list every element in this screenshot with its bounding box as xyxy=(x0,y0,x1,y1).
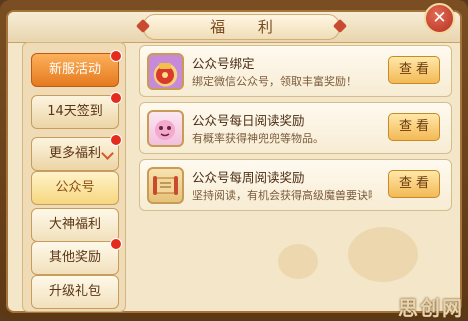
reward-description: 有概率获得神兜兜等物品。 xyxy=(192,132,324,145)
sidebar-item-label: 14天签到 xyxy=(47,104,103,119)
close-icon: ✕ xyxy=(432,8,447,28)
sidebar-item-level-up-pack[interactable]: 升级礼包 xyxy=(31,275,119,309)
title-bar: 福 利 xyxy=(8,12,460,43)
reward-title: 公众号每日阅读奖励 xyxy=(192,113,305,128)
welfare-panel: 福 利 新服活动 14天签到 更多福利 公众号 大神福利 其他奖励 升级礼包 公… xyxy=(6,10,462,313)
sidebar-item-other-rewards[interactable]: 其他奖励 xyxy=(31,238,122,275)
sidebar-item-label: 升级礼包 xyxy=(48,284,101,299)
game-window-frame: 福 利 新服活动 14天签到 更多福利 公众号 大神福利 其他奖励 升级礼包 公… xyxy=(0,0,468,320)
sidebar-item-label: 大神福利 xyxy=(48,217,101,232)
reward-row-weekly: 公众号每周阅读奖励 坚持阅读，有机会获得高级魔兽要诀哦~ 查看 xyxy=(139,159,452,211)
notification-dot-icon xyxy=(110,92,122,104)
background-cloud-decoration xyxy=(348,227,418,282)
sidebar-item-master-welfare[interactable]: 大神福利 xyxy=(31,208,119,242)
sidebar-item-label: 新服活动 xyxy=(48,62,101,77)
gift-bag-icon xyxy=(147,53,184,90)
notification-dot-icon xyxy=(110,238,122,250)
sidebar-item-label: 公众号 xyxy=(55,180,95,195)
close-button[interactable]: ✕ xyxy=(424,3,455,34)
reward-description: 绑定微信公众号，领取丰富奖励！ xyxy=(192,75,357,88)
notification-dot-icon xyxy=(110,50,122,62)
reward-title: 公众号每周阅读奖励 xyxy=(192,170,305,185)
scroll-icon xyxy=(147,167,184,204)
reward-row-bind: 公众号绑定 绑定微信公众号，领取丰富奖励！ 查看 xyxy=(139,45,452,97)
title-plate: 福 利 xyxy=(135,14,348,40)
notification-dot-icon xyxy=(110,134,122,146)
reward-title: 公众号绑定 xyxy=(192,56,255,71)
pet-icon xyxy=(147,110,184,147)
sidebar-item-more-welfare[interactable]: 更多福利 xyxy=(31,134,122,171)
sidebar-item-label: 其他奖励 xyxy=(48,250,101,265)
sidebar-item-14-day-signin[interactable]: 14天签到 xyxy=(31,92,122,129)
background-cloud-decoration xyxy=(278,244,318,279)
reward-row-daily: 公众号每日阅读奖励 有概率获得神兜兜等物品。 查看 xyxy=(139,102,452,154)
sidebar-item-label: 更多福利 xyxy=(48,146,101,161)
sidebar-item-official-account[interactable]: 公众号 xyxy=(31,171,119,205)
sidebar: 新服活动 14天签到 更多福利 公众号 大神福利 其他奖励 升级礼包 xyxy=(22,42,126,312)
panel-title: 福 利 xyxy=(210,18,287,36)
watermark: 思创网 xyxy=(398,296,464,320)
sidebar-item-new-server-event[interactable]: 新服活动 xyxy=(31,50,122,87)
reward-description: 坚持阅读，有机会获得高级魔兽要诀哦~ xyxy=(192,189,372,202)
view-button[interactable]: 查看 xyxy=(388,113,440,141)
view-button[interactable]: 查看 xyxy=(388,170,440,198)
view-button[interactable]: 查看 xyxy=(388,56,440,84)
chevron-down-icon xyxy=(101,147,114,160)
